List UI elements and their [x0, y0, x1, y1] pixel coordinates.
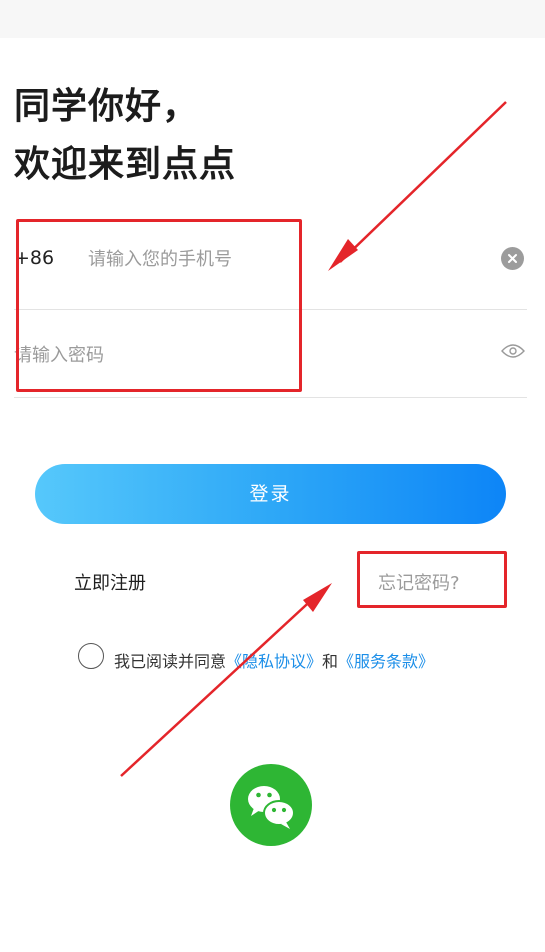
- clear-icon[interactable]: [501, 247, 524, 270]
- greeting-line-1: 同学你好，: [14, 86, 200, 127]
- forgot-password-link[interactable]: 忘记密码?: [378, 569, 460, 595]
- greeting-heading: 同学你好， 欢迎来到点点: [14, 78, 236, 194]
- phone-input[interactable]: [88, 239, 468, 279]
- greeting-line-2: 欢迎来到点点: [14, 144, 237, 185]
- eye-icon[interactable]: [501, 343, 525, 359]
- password-field-row: [14, 299, 527, 398]
- phone-field-row: +86: [14, 211, 527, 310]
- privacy-link[interactable]: 《隐私协议》: [226, 652, 322, 671]
- status-bar: [0, 0, 545, 38]
- terms-link[interactable]: 《服务条款》: [338, 652, 434, 671]
- agreement-connector: 和: [322, 652, 339, 671]
- annotation-arrowhead-lower: [303, 583, 332, 612]
- agreement-prefix: 我已阅读并同意: [114, 652, 227, 671]
- login-button[interactable]: 登录: [35, 464, 506, 524]
- wechat-login-button[interactable]: [230, 764, 312, 846]
- wechat-icon: [248, 786, 295, 829]
- agreement-text: 我已阅读并同意《隐私协议》和《服务条款》: [114, 648, 434, 672]
- annotation-arrow-lower: [120, 593, 319, 777]
- password-input[interactable]: [14, 335, 454, 375]
- agreement-checkbox[interactable]: [78, 643, 104, 669]
- register-link[interactable]: 立即注册: [74, 569, 146, 595]
- country-code[interactable]: +86: [14, 247, 54, 269]
